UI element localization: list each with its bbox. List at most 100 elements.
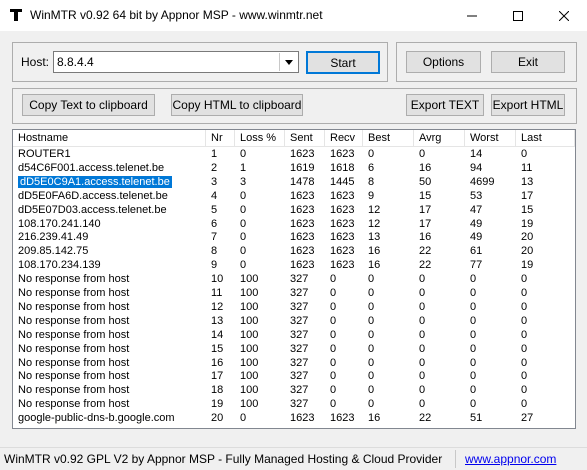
table-cell: 1 [211,148,218,160]
table-cell: 1623 [330,189,355,202]
table-row[interactable]: No response from host 13 100 327 0 0 0 0 0 [13,314,575,328]
copy-html-button[interactable]: Copy HTML to clipboard [171,94,303,116]
table-cell: 327 [290,287,309,299]
table-cell: 0 [419,148,426,160]
table-row[interactable]: No response from host 16 100 327 0 0 0 0 0 [13,356,575,370]
table-cell: 61 [470,245,483,258]
table-cell: No response from host [18,342,130,355]
start-button[interactable]: Start [306,51,380,74]
table-cell: 0 [521,398,528,411]
table-cell: 19 [211,398,224,411]
table-cell: 11 [211,287,223,299]
table-row[interactable]: 216.239.41.49 7 0 1623 1623 13 16 49 20 [13,230,575,244]
maximize-button[interactable] [495,0,541,31]
table-cell: 0 [330,342,337,355]
table-cell: 0 [240,189,247,202]
table-row[interactable]: google-public-dns-b.google.com 20 0 1623 162… [13,411,575,425]
table-cell: 1623 [290,148,315,160]
table-cell: 1623 [290,412,315,425]
table-row[interactable]: No response from host 17 100 327 0 0 0 0 0 [13,369,575,383]
options-button[interactable]: Options [406,51,481,73]
export-html-button[interactable]: Export HTML [491,94,565,116]
table-cell: 108.170.234.139 [18,259,101,272]
table-cell: 0 [521,370,528,383]
table-cell: 0 [368,342,375,355]
table-cell: 15 [521,203,534,216]
table-row[interactable]: No response from host 14 100 327 0 0 0 0 0 [13,328,575,342]
column-header[interactable]: Nr [206,130,235,146]
table-cell: dD5E07D03.access.telenet.be [18,203,167,216]
table-cell: 0 [330,398,337,411]
table-cell: 15 [419,189,432,202]
table-cell: 0 [521,287,528,299]
table-row[interactable]: No response from host 19 100 327 0 0 0 0 0 [13,397,575,411]
table-cell: 0 [521,273,528,286]
host-input-value[interactable]: 8.8.4.4 [57,55,94,69]
column-header[interactable]: Loss % [235,130,285,146]
table-cell: 53 [470,189,483,202]
column-header[interactable]: Recv [325,130,363,146]
table-row[interactable]: 108.170.234.139 9 0 1623 1623 16 22 77 19 [13,258,575,272]
table-row[interactable]: dD5E07D03.access.telenet.be 5 0 1623 1623 12 1… [13,203,575,217]
table-cell: 0 [368,300,375,313]
table-cell: 1618 [330,161,355,174]
table-cell: 0 [240,217,247,230]
column-header[interactable]: Last [516,130,575,146]
table-cell: 13 [521,175,534,188]
host-combobox[interactable]: 8.8.4.4 [53,51,299,73]
table-cell: 100 [240,398,259,411]
column-header[interactable]: Worst [465,130,516,146]
table-cell: 1445 [330,175,355,188]
table-cell: 100 [240,370,259,383]
table-cell: 1623 [290,217,315,230]
table-cell: 18 [211,384,224,397]
table-row[interactable]: No response from host 10 100 327 0 0 0 0 0 [13,272,575,286]
status-bar: WinMTR v0.92 GPL V2 by Appnor MSP - Full… [0,447,587,470]
table-cell: 9 [211,259,218,272]
column-header[interactable]: Hostname [13,130,206,146]
column-header[interactable]: Avrg [414,130,465,146]
results-table[interactable]: Hostname Nr Loss % Sent Recv Best Avrg Worst Las… [12,129,576,429]
table-row[interactable]: 108.170.241.140 6 0 1623 1623 12 17 49 19 [13,217,575,231]
table-cell: 0 [419,273,426,286]
table-cell: No response from host [18,356,130,369]
table-row[interactable]: No response from host 12 100 327 0 0 0 0 0 [13,300,575,314]
table-row[interactable]: ROUTER1 1 0 1623 1623 0 0 14 0 [13,147,575,161]
status-text: WinMTR v0.92 GPL V2 by Appnor MSP - Full… [4,452,443,466]
column-header[interactable]: Best [363,130,414,146]
exit-button[interactable]: Exit [491,51,565,73]
table-cell: 1623 [290,259,315,272]
table-cell: 0 [470,314,477,327]
chevron-down-icon [284,59,293,65]
table-row[interactable]: dD5E0C9A1.access.telenet.be 3 3 1478 1445 8 50… [13,175,575,189]
table-cell: 9 [368,189,375,202]
table-cell: No response from host [18,314,130,327]
table-row[interactable]: d54C6F001.access.telenet.be 2 1 1619 1618 6 16… [13,161,575,175]
copy-text-button[interactable]: Copy Text to clipboard [22,94,155,116]
table-row[interactable]: 209.85.142.75 8 0 1623 1623 16 22 61 20 [13,244,575,258]
close-button[interactable] [541,0,587,31]
export-text-button[interactable]: Export TEXT [406,94,484,116]
table-cell: 216.239.41.49 [18,231,89,244]
column-header[interactable]: Sent [285,130,325,146]
website-link[interactable]: www.appnor.com [465,452,556,466]
table-cell: 4699 [470,175,495,188]
table-row[interactable]: No response from host 11 100 327 0 0 0 0 0 [13,286,575,300]
table-cell: 100 [240,287,259,299]
table-cell: 3 [240,175,247,188]
table-row[interactable]: No response from host 15 100 327 0 0 0 0 0 [13,342,575,356]
table-cell: 0 [419,342,426,355]
table-cell: 20 [211,412,224,425]
table-cell: 27 [521,412,534,425]
table-row[interactable]: No response from host 18 100 327 0 0 0 0 0 [13,383,575,397]
table-cell: d54C6F001.access.telenet.be [18,161,165,174]
table-cell: 22 [419,412,432,425]
table-cell: 0 [240,259,247,272]
table-cell: 0 [368,314,375,327]
minimize-button[interactable] [449,0,495,31]
host-dropdown-button[interactable] [279,53,297,71]
table-cell: 17 [211,370,224,383]
table-cell: 0 [368,384,375,397]
table-cell: 51 [470,412,483,425]
table-row[interactable]: dD5E0FA6D.access.telenet.be 4 0 1623 1623 9 15… [13,189,575,203]
